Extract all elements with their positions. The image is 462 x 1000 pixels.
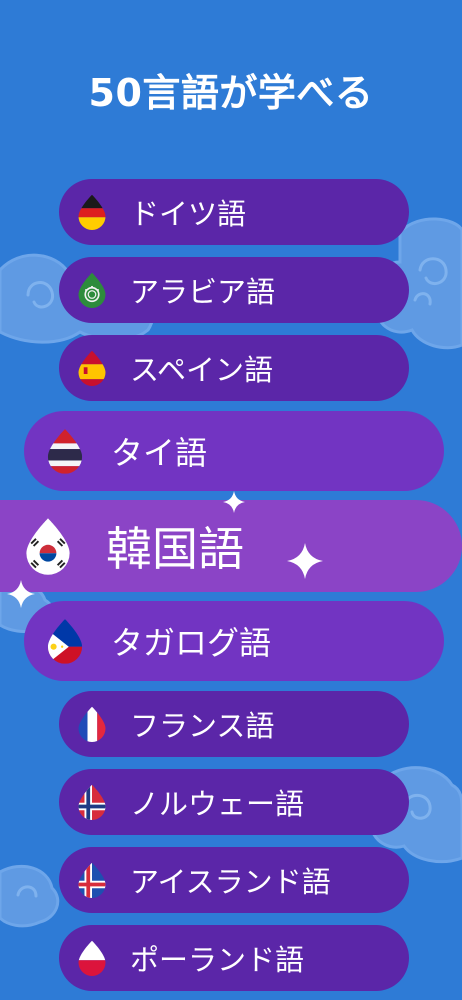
language-item-icelandic[interactable]: アイスランド語: [59, 847, 409, 913]
language-item-german[interactable]: ドイツ語: [59, 179, 409, 245]
sparkle-icon: [287, 543, 323, 579]
france-flag-icon: [78, 706, 106, 742]
page-title: 50言語が学べる: [88, 71, 374, 115]
language-item-korean[interactable]: 韓国語: [0, 500, 462, 592]
language-label: ポーランド語: [130, 943, 305, 977]
korea-flag-icon: [26, 518, 70, 575]
language-item-thai[interactable]: タイ語: [24, 411, 444, 491]
language-label: アイスランド語: [130, 865, 331, 899]
germany-flag-icon: [78, 194, 106, 230]
language-label: 韓国語: [106, 522, 244, 576]
poland-flag-icon: [78, 940, 106, 976]
philippines-flag-icon: [47, 619, 83, 664]
norway-flag-icon: [78, 784, 106, 820]
arabic-flag-icon: [78, 272, 106, 308]
language-item-french[interactable]: フランス語: [59, 691, 409, 757]
language-item-polish[interactable]: ポーランド語: [59, 925, 409, 991]
language-label: タガログ語: [111, 624, 272, 662]
thailand-flag-icon: [47, 429, 83, 474]
language-item-norwegian[interactable]: ノルウェー語: [59, 769, 409, 835]
sparkle-icon: [223, 491, 245, 513]
language-item-arabic[interactable]: アラビア語: [59, 257, 409, 323]
sparkle-icon: [7, 580, 35, 608]
language-label: ノルウェー語: [130, 787, 305, 821]
language-label: アラビア語: [130, 275, 276, 309]
language-item-tagalog[interactable]: タガログ語: [24, 601, 444, 681]
spain-flag-icon: [78, 350, 106, 386]
language-label: スペイン語: [130, 353, 273, 387]
iceland-flag-icon: [78, 862, 106, 898]
language-item-spanish[interactable]: スペイン語: [59, 335, 409, 401]
language-label: ドイツ語: [130, 197, 247, 231]
language-label: フランス語: [130, 709, 275, 743]
language-label: タイ語: [111, 434, 208, 472]
